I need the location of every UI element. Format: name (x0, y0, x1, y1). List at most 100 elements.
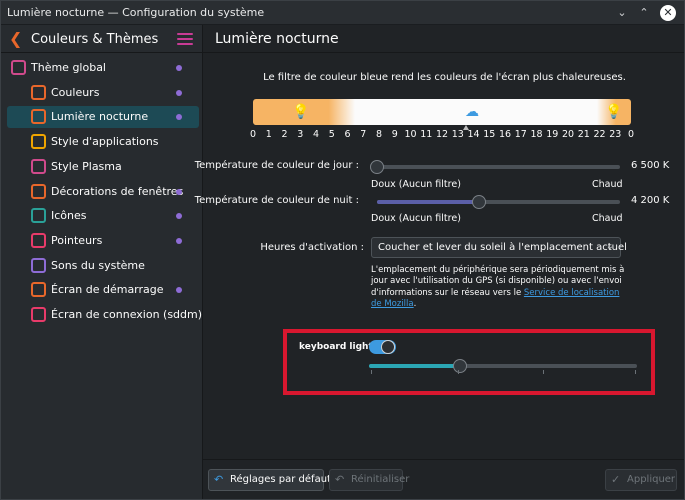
sidebar-title: Couleurs & Thèmes (31, 32, 159, 47)
hour-label: 8 (375, 129, 383, 140)
bulb-icon: 💡 (605, 104, 623, 120)
hour-label: 11 (420, 129, 433, 140)
hour-label: 9 (391, 129, 398, 140)
defaults-button[interactable]: ↶ Réglages par défaut (208, 469, 331, 491)
keyboard-light-slider[interactable] (369, 359, 637, 373)
hour-label: 12 (435, 129, 449, 140)
sidebar-item[interactable]: Pointeurs (7, 230, 199, 252)
reset-icon: ↶ (335, 473, 345, 486)
keyboard-light-fill (369, 364, 460, 368)
hour-label: 0 (627, 129, 635, 140)
sidebar-item[interactable]: Écran de connexion (sddm) (7, 304, 203, 326)
system-sounds-icon (31, 257, 46, 273)
sidebar-item[interactable]: Écran de démarrage (7, 279, 199, 301)
settings-window: Lumière nocturne — Configuration du syst… (0, 0, 685, 500)
modified-indicator (176, 213, 182, 220)
night-temp-max-label: Chaud (592, 213, 623, 224)
hour-label: 4 (312, 129, 320, 140)
hour-label: 15 (483, 129, 496, 140)
bulb-icon: 💡 (292, 104, 310, 120)
night-temp-slider[interactable] (377, 195, 620, 209)
login-screen-icon (31, 307, 46, 322)
modified-indicator (176, 188, 182, 195)
night-temp-value: 4 200 K (631, 195, 670, 206)
day-temp-handle[interactable] (370, 160, 384, 174)
splash-screen-icon (31, 282, 46, 298)
highlight-box (283, 329, 655, 395)
main-header: Lumière nocturne (203, 25, 684, 53)
modified-indicator (176, 237, 182, 244)
sidebar-item-label: Style Plasma (51, 159, 122, 173)
modified-indicator (176, 114, 182, 121)
location-info-end: . (413, 299, 417, 310)
night-temp-handle[interactable] (472, 195, 486, 209)
reset-label: Réinitialiser (351, 474, 410, 485)
close-icon[interactable]: ✕ (660, 5, 676, 21)
sidebar-item[interactable]: Style Plasma (7, 156, 199, 178)
back-arrow-icon[interactable]: ❮ (9, 29, 22, 48)
day-temp-value: 6 500 K (631, 160, 670, 171)
modified-indicator (176, 65, 182, 71)
sidebar-item-label: Sons du système (51, 258, 145, 272)
sidebar-item[interactable]: Style d'applications (7, 131, 199, 153)
hour-label: 7 (360, 129, 367, 140)
day-temp-max-label: Chaud (592, 179, 623, 190)
slider-tick (635, 370, 636, 374)
footer-bar: ↶ Réglages par défaut ↶ Réinitialiser ✓ … (203, 459, 684, 499)
description-text: Le filtre de couleur bleue rend les coul… (263, 72, 626, 83)
sidebar-item-label: Pointeurs (51, 233, 103, 247)
hour-label: 20 (561, 129, 575, 140)
day-temp-label: Température de couleur de jour : (194, 160, 359, 171)
hour-label: 6 (344, 129, 351, 140)
hour-label: 10 (404, 129, 417, 140)
title-bar: Lumière nocturne — Configuration du syst… (1, 1, 684, 25)
defaults-label: Réglages par défaut (230, 474, 331, 485)
keyboard-light-toggle[interactable] (369, 340, 396, 354)
sidebar-item[interactable]: Thème global (7, 57, 199, 79)
location-info: L'emplacement du périphérique sera pério… (371, 265, 631, 311)
cursors-icon (31, 232, 46, 248)
hour-label: 19 (546, 129, 559, 140)
menu-icon[interactable] (177, 33, 193, 45)
slider-tick (458, 370, 459, 374)
hour-label: 3 (297, 129, 304, 140)
activation-select[interactable]: Coucher et lever du soleil à l'emplaceme… (371, 237, 627, 258)
day-temp-slider[interactable] (370, 160, 620, 174)
apply-label: Appliquer (627, 474, 676, 485)
maximize-icon[interactable]: ⌃ (635, 4, 653, 22)
hour-label: 18 (530, 129, 543, 140)
keyboard-light-handle[interactable] (453, 359, 467, 373)
hour-label: 0 (249, 129, 257, 140)
activation-label: Heures d'activation : (260, 242, 364, 253)
sidebar-item-label: Couleurs (51, 85, 100, 99)
hour-label: 21 (577, 129, 590, 140)
sidebar-item[interactable]: Décorations de fenêtres (7, 181, 199, 203)
toggle-knob (381, 340, 395, 354)
global-theme-icon (11, 60, 26, 75)
hour-label: 14 (467, 129, 480, 140)
sidebar-item-label: Icônes (51, 209, 87, 223)
apply-button[interactable]: ✓ Appliquer (605, 469, 677, 491)
modified-indicator (176, 89, 182, 96)
sidebar-item[interactable]: Sons du système (7, 255, 199, 277)
hour-label: 2 (281, 129, 288, 140)
night-light-icon (31, 109, 46, 125)
sidebar-item[interactable]: Couleurs (7, 82, 199, 104)
night-temp-min-label: Doux (Aucun filtre) (371, 213, 461, 224)
chevron-down-icon: ⌄ (605, 241, 614, 252)
minimize-icon[interactable]: ⌄ (613, 4, 631, 22)
sidebar-item-label: Écran de connexion (sddm) (51, 308, 203, 321)
activation-selected: Coucher et lever du soleil à l'emplaceme… (378, 242, 627, 253)
sidebar-item-label: Lumière nocturne (51, 110, 149, 124)
window-decorations-icon (31, 183, 46, 199)
app-style-icon (31, 134, 46, 150)
modified-indicator (176, 287, 182, 294)
reset-button[interactable]: ↶ Réinitialiser (329, 469, 409, 491)
sidebar-header: ❮ Couleurs & Thèmes (1, 25, 203, 53)
hour-label: 16 (498, 129, 512, 140)
check-icon: ✓ (611, 473, 621, 486)
hour-label: 17 (514, 129, 527, 140)
sidebar-item[interactable]: Lumière nocturne (7, 106, 199, 129)
sidebar-item[interactable]: Icônes (7, 205, 199, 227)
restore-icon: ↶ (214, 473, 224, 486)
